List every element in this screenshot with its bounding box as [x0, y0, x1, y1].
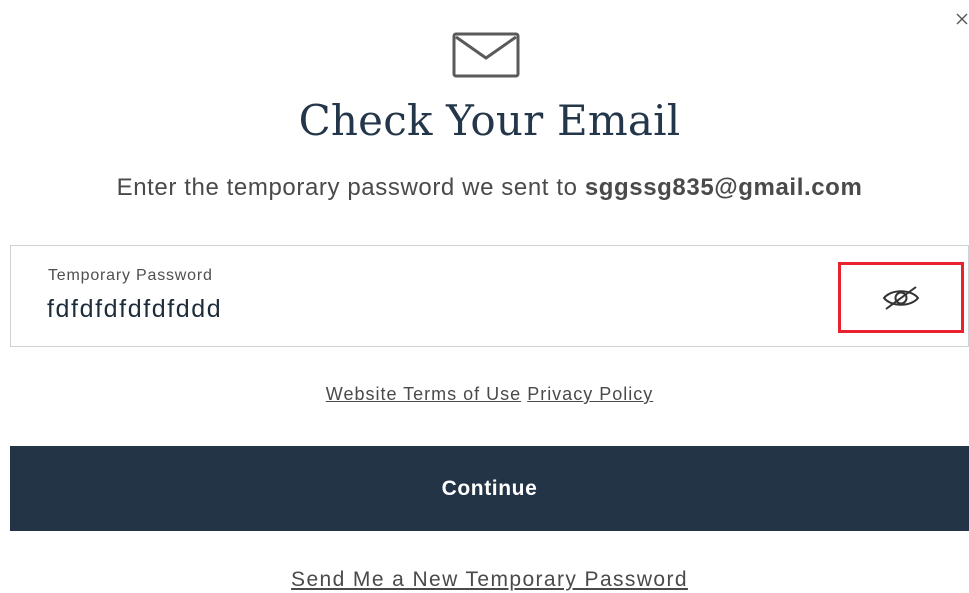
continue-button[interactable]: Continue [10, 446, 969, 531]
privacy-policy-link[interactable]: Privacy Policy [527, 384, 653, 404]
toggle-password-visibility-button[interactable] [838, 262, 964, 333]
email-address: sggssg835@gmail.com [584, 174, 863, 201]
instruction-text: Enter the temporary password we sent to … [0, 174, 969, 202]
temporary-password-label: Temporary Password [48, 267, 213, 284]
close-button[interactable] [955, 8, 969, 30]
resend-password-area: Send Me a New Temporary Password [0, 568, 969, 592]
envelope-icon [452, 32, 520, 78]
temporary-password-input[interactable] [47, 292, 647, 326]
legal-links: Website Terms of Use Privacy Policy [0, 384, 969, 405]
terms-of-use-link[interactable]: Website Terms of Use [326, 384, 521, 404]
eye-slash-icon [882, 286, 920, 310]
close-icon [956, 13, 968, 25]
page-title: Check Your Email [298, 96, 681, 145]
resend-password-link[interactable]: Send Me a New Temporary Password [291, 568, 688, 591]
temporary-password-field[interactable]: Temporary Password [10, 245, 969, 347]
instruction-prefix: Enter the temporary password we sent to [116, 174, 585, 201]
